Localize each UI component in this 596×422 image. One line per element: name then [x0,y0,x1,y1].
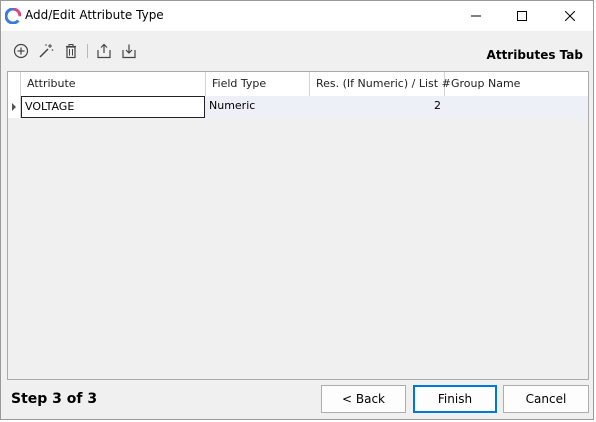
column-header-res[interactable]: Res. (If Numeric) / List # [310,72,451,96]
row-selector-header [8,72,21,96]
export-icon [97,43,111,59]
dialog-window: Add/Edit Attribute Type Attributes Tab A… [0,0,594,420]
finish-button[interactable]: Finish [413,385,497,413]
cell-field-type[interactable]: Numeric [206,96,310,118]
minimize-icon [471,15,481,17]
close-button[interactable] [547,1,593,31]
back-button[interactable]: < Back [321,385,406,413]
column-header-field-type[interactable]: Field Type [206,72,310,96]
column-header-attribute[interactable]: Attribute [21,72,206,96]
maximize-icon [517,11,527,21]
grid-header: Attribute Field Type Res. (If Numeric) /… [8,72,588,97]
cell-attribute[interactable]: VOLTAGE [21,96,205,118]
toolbar-separator [87,44,88,58]
column-header-group-name[interactable]: Group Name [445,72,588,96]
export-button[interactable] [95,42,113,60]
row-selector[interactable] [8,96,21,118]
maximize-button[interactable] [499,1,545,31]
close-icon [565,11,575,21]
import-icon [122,44,136,59]
import-button[interactable] [120,42,138,60]
title-bar: Add/Edit Attribute Type [1,1,593,31]
cell-res[interactable]: 2 [310,96,445,118]
cancel-button[interactable]: Cancel [503,385,589,413]
step-indicator: Step 3 of 3 [11,391,98,407]
attribute-grid[interactable]: Attribute Field Type Res. (If Numeric) /… [7,71,589,380]
current-row-arrow-icon [12,103,16,111]
table-row[interactable]: VOLTAGE Numeric 2 [8,96,588,118]
magic-wand-icon [39,44,54,58]
add-button[interactable] [12,42,30,60]
add-icon [13,43,29,59]
window-title: Add/Edit Attribute Type [25,8,164,22]
trash-icon [66,44,76,59]
cell-group-name[interactable] [445,96,588,118]
edit-wizard-button[interactable] [37,42,55,60]
delete-button[interactable] [62,42,80,60]
attributes-tab-title: Attributes Tab [486,48,583,62]
app-logo-icon [5,8,21,24]
minimize-button[interactable] [453,1,499,31]
toolbar: Attributes Tab [1,31,593,71]
